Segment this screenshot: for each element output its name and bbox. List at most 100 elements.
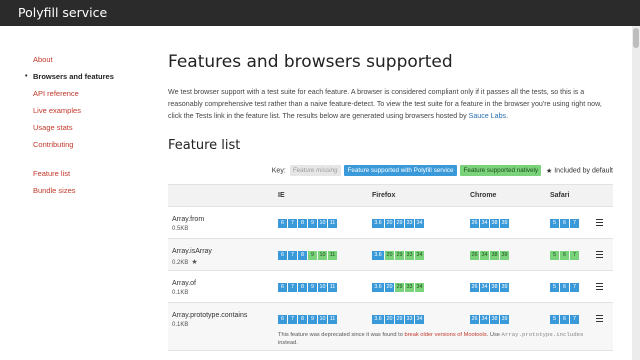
sidebar-item-live-examples[interactable]: Live examples <box>33 105 143 122</box>
scrollbar-thumb[interactable] <box>633 28 639 48</box>
version-badge[interactable]: 11 <box>328 251 337 260</box>
version-badge[interactable]: 3.6 <box>372 219 384 228</box>
table-row: Array.isArray 0.2KB ★ 6 7 8 9 10 11 3.6 20 29 33 34 26… <box>168 238 613 270</box>
sidebar-item-contributing[interactable]: Contributing <box>33 139 143 156</box>
version-badge[interactable]: 33 <box>405 219 414 228</box>
version-badge[interactable]: 34 <box>480 283 489 292</box>
version-badge[interactable]: 10 <box>318 315 327 324</box>
version-badge[interactable]: 10 <box>318 219 327 228</box>
version-badge[interactable]: 39 <box>500 315 509 324</box>
version-badge[interactable]: 7 <box>288 219 297 228</box>
version-badge[interactable]: 8 <box>298 251 307 260</box>
version-badge[interactable]: 34 <box>480 315 489 324</box>
active-bullet-icon: • <box>25 73 28 80</box>
version-badge[interactable]: 6 <box>560 251 569 260</box>
version-badge[interactable]: 9 <box>308 219 317 228</box>
version-badge[interactable]: 29 <box>395 219 404 228</box>
version-badge[interactable]: 20 <box>385 251 394 260</box>
version-badge[interactable]: 39 <box>500 251 509 260</box>
version-badge[interactable]: 34 <box>480 219 489 228</box>
feature-name-link[interactable]: Array.prototype.contains <box>172 312 247 319</box>
version-badge[interactable]: 10 <box>318 251 327 260</box>
version-badge[interactable]: 26 <box>470 315 479 324</box>
version-badge[interactable]: 6 <box>560 219 569 228</box>
version-badge[interactable]: 8 <box>298 219 307 228</box>
version-badge[interactable]: 5 <box>550 219 559 228</box>
version-badge[interactable]: 5 <box>550 283 559 292</box>
version-badge[interactable]: 26 <box>470 219 479 228</box>
hamburger-menu-icon[interactable] <box>596 219 603 226</box>
star-icon: ★ <box>546 167 553 175</box>
version-badge[interactable]: 8 <box>298 315 307 324</box>
version-badge[interactable]: 20 <box>385 283 394 292</box>
sidebar-item-browsers-and-features[interactable]: • Browsers and features <box>25 71 143 88</box>
version-badge[interactable]: 3.6 <box>372 283 384 292</box>
sidebar-item-bundle-sizes[interactable]: Bundle sizes <box>33 185 143 202</box>
version-badge[interactable]: 8 <box>298 283 307 292</box>
version-badge[interactable]: 6 <box>278 315 287 324</box>
version-badge[interactable]: 38 <box>490 315 499 324</box>
version-badge[interactable]: 6 <box>560 283 569 292</box>
sidebar-item-feature-list[interactable]: Feature list <box>33 168 143 185</box>
sauce-labs-link[interactable]: Sauce Labs <box>469 112 506 120</box>
version-badge[interactable]: 34 <box>415 315 424 324</box>
version-badge[interactable]: 5 <box>550 251 559 260</box>
sidebar-item-label: Browsers and features <box>33 72 114 81</box>
feature-name-link[interactable]: Array.isArray <box>172 248 212 255</box>
version-badge[interactable]: 6 <box>278 219 287 228</box>
version-badge[interactable]: 3.6 <box>372 315 384 324</box>
version-badge[interactable]: 9 <box>308 315 317 324</box>
page-scrollbar[interactable] <box>632 26 640 360</box>
version-badge[interactable]: 7 <box>288 315 297 324</box>
sidebar-item-api-reference[interactable]: API reference <box>33 88 143 105</box>
menu-bar <box>596 318 603 319</box>
version-badge[interactable]: 20 <box>385 315 394 324</box>
version-badge[interactable]: 34 <box>415 283 424 292</box>
version-badge[interactable]: 7 <box>570 219 579 228</box>
hamburger-menu-icon[interactable] <box>596 315 603 322</box>
version-badge[interactable]: 39 <box>500 283 509 292</box>
version-badge[interactable]: 38 <box>490 251 499 260</box>
version-badge[interactable]: 29 <box>395 315 404 324</box>
version-badge[interactable]: 7 <box>288 251 297 260</box>
hamburger-menu-icon[interactable] <box>596 251 603 258</box>
sidebar-item-about[interactable]: About <box>33 54 143 71</box>
version-badge[interactable]: 26 <box>470 251 479 260</box>
version-badge[interactable]: 7 <box>570 283 579 292</box>
version-badge[interactable]: 11 <box>328 283 337 292</box>
version-badge[interactable]: 20 <box>385 219 394 228</box>
version-badge[interactable]: 33 <box>405 251 414 260</box>
version-badge[interactable]: 7 <box>288 283 297 292</box>
feature-name-link[interactable]: Array.of <box>172 280 196 287</box>
brand-logo-text[interactable]: Polyfill service <box>18 5 107 20</box>
version-badge[interactable]: 38 <box>490 219 499 228</box>
version-badge[interactable]: 9 <box>308 283 317 292</box>
version-badge[interactable]: 38 <box>490 283 499 292</box>
version-badge[interactable]: 29 <box>395 283 404 292</box>
version-badge[interactable]: 11 <box>328 219 337 228</box>
version-badge[interactable]: 7 <box>570 251 579 260</box>
menu-bar <box>596 225 603 226</box>
version-badge[interactable]: 5 <box>550 315 559 324</box>
version-badge[interactable]: 39 <box>500 219 509 228</box>
sidebar-item-usage-stats[interactable]: Usage stats <box>33 122 143 139</box>
mootools-link[interactable]: break older versions of Mootools <box>404 332 486 338</box>
version-badge[interactable]: 34 <box>480 251 489 260</box>
version-badge[interactable]: 34 <box>415 251 424 260</box>
version-badge[interactable]: 6 <box>278 251 287 260</box>
version-badge[interactable]: 33 <box>405 283 414 292</box>
version-badge[interactable]: 34 <box>415 219 424 228</box>
version-badge[interactable]: 26 <box>470 283 479 292</box>
version-badge[interactable]: 29 <box>395 251 404 260</box>
version-badge[interactable]: 6 <box>278 283 287 292</box>
version-badge[interactable]: 6 <box>560 315 569 324</box>
top-navbar: Polyfill service <box>0 0 640 26</box>
hamburger-menu-icon[interactable] <box>596 283 603 290</box>
version-badge[interactable]: 3.6 <box>372 251 384 260</box>
feature-name-link[interactable]: Array.from <box>172 216 204 223</box>
version-badge[interactable]: 9 <box>308 251 317 260</box>
version-badge[interactable]: 10 <box>318 283 327 292</box>
version-badge[interactable]: 33 <box>405 315 414 324</box>
version-badge[interactable]: 7 <box>570 315 579 324</box>
version-badge[interactable]: 11 <box>328 315 337 324</box>
